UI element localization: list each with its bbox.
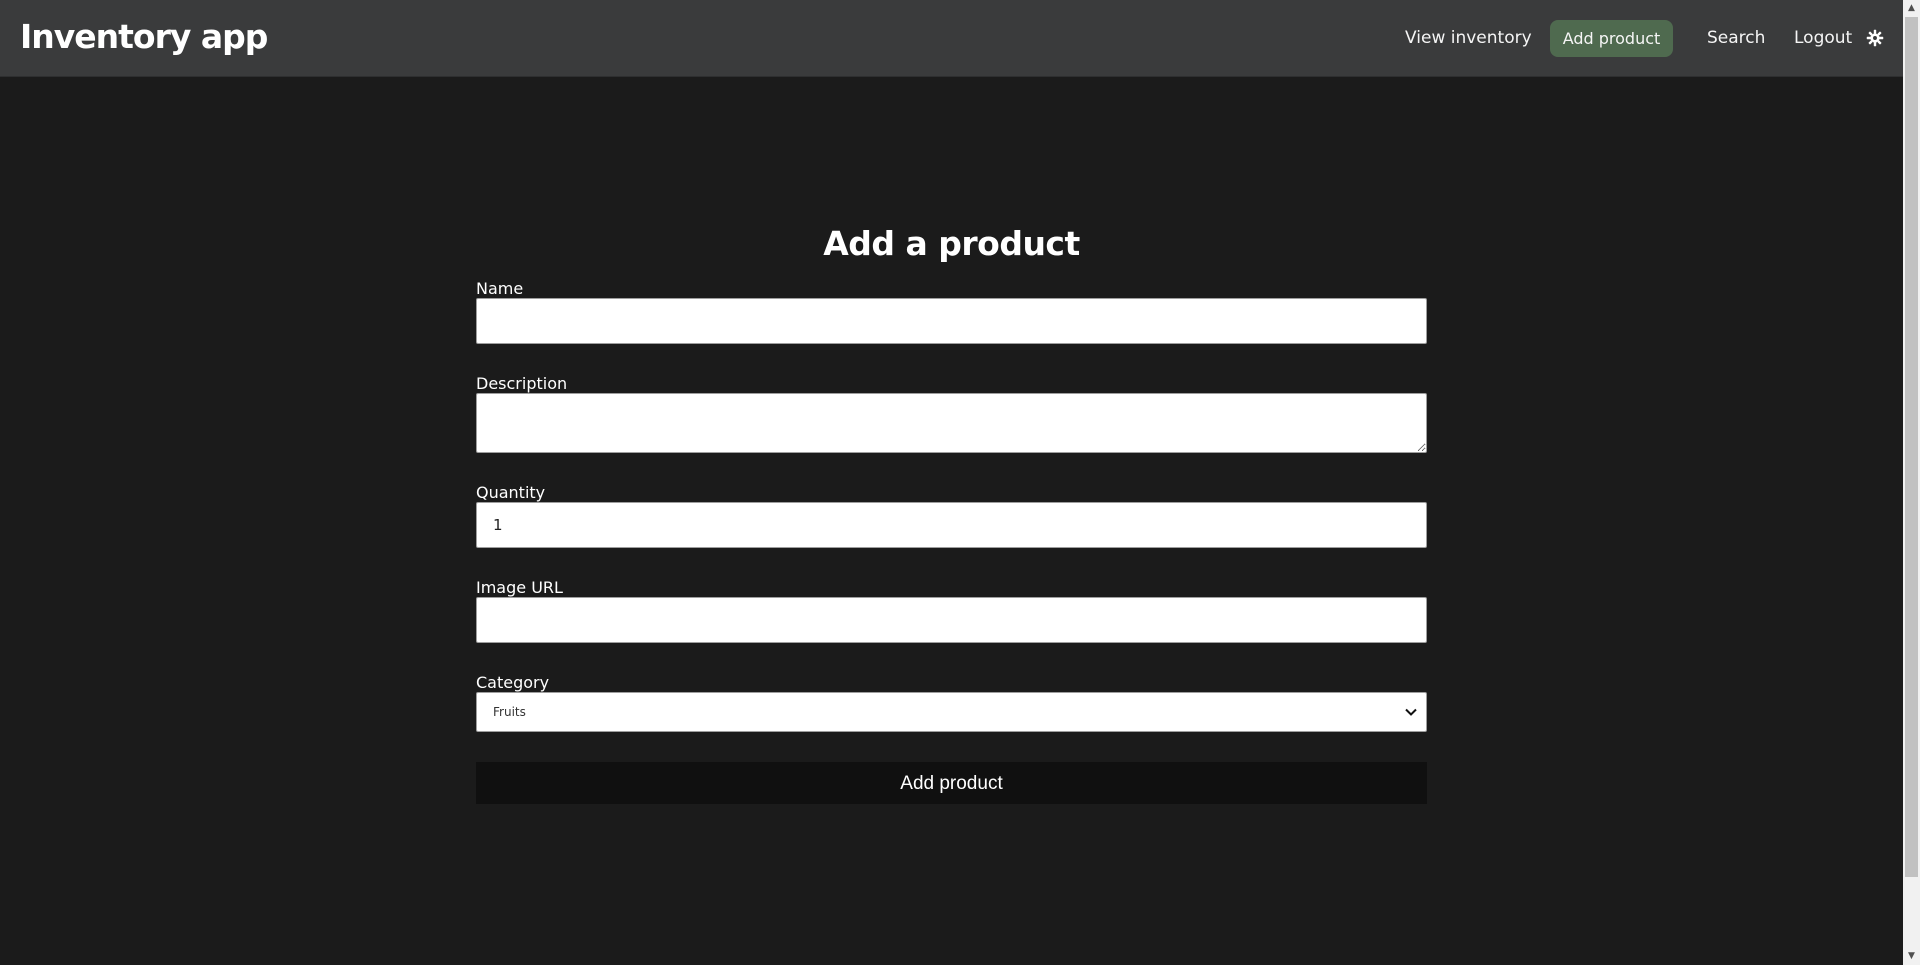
nav-add-product[interactable]: Add product: [1550, 20, 1673, 57]
vertical-scrollbar[interactable]: ▲ ▼: [1903, 0, 1920, 965]
quantity-label: Quantity: [476, 483, 546, 502]
page-title: Add a product: [823, 224, 1080, 263]
description-label: Description: [476, 374, 568, 393]
gear-icon[interactable]: [1866, 29, 1884, 47]
nav-logout[interactable]: Logout: [1794, 24, 1852, 52]
nav-search[interactable]: Search: [1707, 24, 1765, 52]
description-textarea[interactable]: [476, 393, 1427, 453]
scroll-down-arrow-icon[interactable]: ▼: [1903, 948, 1920, 965]
image-url-input[interactable]: [476, 597, 1427, 643]
category-selected-value: Fruits: [493, 705, 526, 719]
app-viewport: Inventory app View inventory Add product…: [0, 0, 1903, 965]
scrollbar-thumb[interactable]: [1905, 17, 1918, 877]
image-url-label: Image URL: [476, 578, 563, 597]
category-select[interactable]: Fruits: [476, 692, 1427, 732]
app-title[interactable]: Inventory app: [20, 17, 268, 57]
scroll-up-arrow-icon[interactable]: ▲: [1903, 0, 1920, 17]
category-label: Category: [476, 673, 550, 692]
name-label: Name: [476, 279, 524, 298]
name-input[interactable]: [476, 298, 1427, 344]
chevron-down-icon: [1405, 708, 1417, 716]
add-product-submit-button[interactable]: Add product: [476, 762, 1427, 804]
quantity-input[interactable]: [476, 502, 1427, 548]
nav-view-inventory[interactable]: View inventory: [1405, 24, 1532, 52]
navbar: Inventory app View inventory Add product…: [0, 0, 1903, 77]
